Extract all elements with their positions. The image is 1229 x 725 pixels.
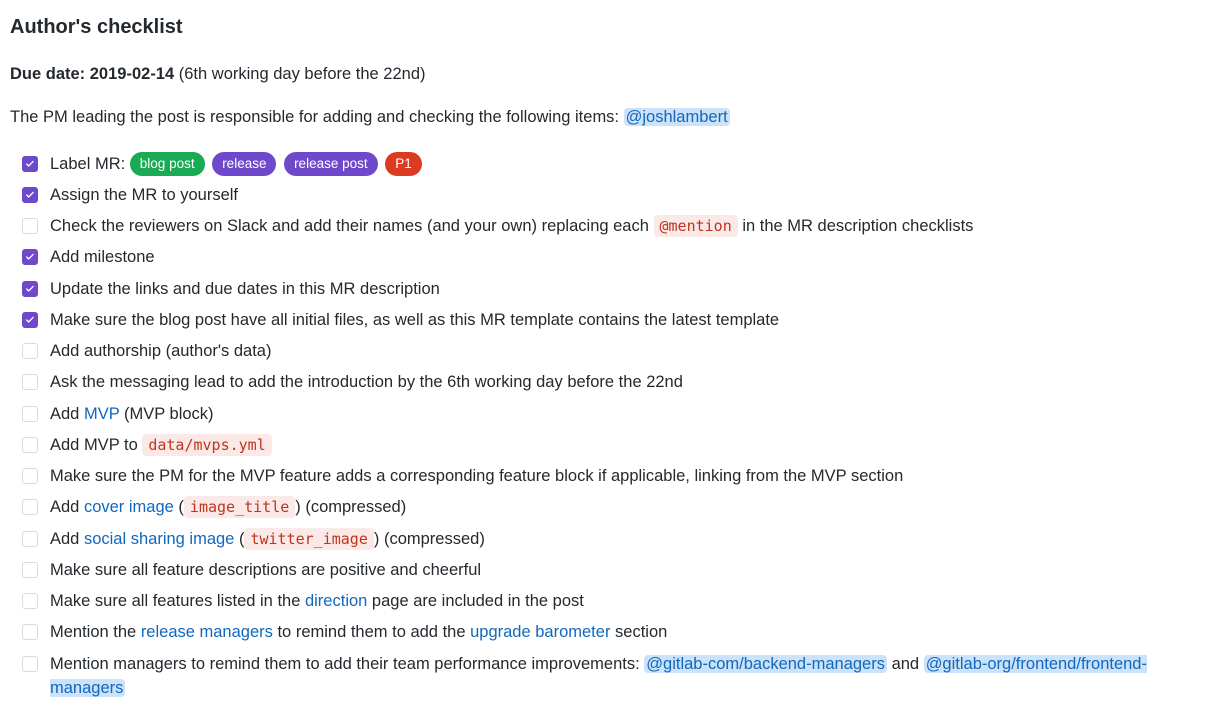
item-text: Ask the messaging lead to add the introd… [50,373,683,391]
checkbox-icon[interactable] [22,437,38,453]
list-item: Add authorship (author's data) [22,339,1219,364]
checkbox-icon[interactable] [22,468,38,484]
list-item: Add milestone [22,245,1219,270]
link-release-managers[interactable]: release managers [141,623,273,641]
link-direction[interactable]: direction [305,592,367,610]
page-title: Author's checklist [10,12,1219,42]
code-mention: @mention [654,215,738,237]
item-text: Add [50,405,84,423]
link-mvp[interactable]: MVP [84,405,119,423]
mention-user[interactable]: @joshlambert [624,108,730,126]
checkbox-icon[interactable] [22,312,38,328]
label-mr-prefix: Label MR: [50,155,125,173]
item-text: (MVP block) [119,405,213,423]
checklist: Label MR: blog post release release post… [10,152,1219,702]
list-item: Add MVP (MVP block) [22,402,1219,427]
checkbox-icon[interactable] [22,187,38,203]
checkbox-icon[interactable] [22,531,38,547]
link-cover-image[interactable]: cover image [84,498,174,516]
item-text: Make sure all features listed in the [50,592,305,610]
list-item: Mention the release managers to remind t… [22,620,1219,645]
item-text: Add MVP to [50,436,142,454]
intro-line: The PM leading the post is responsible f… [10,105,1219,130]
item-text: Update the links and due dates in this M… [50,280,440,298]
tag-release[interactable]: release [212,152,276,176]
item-text: Add [50,498,84,516]
list-item: Make sure all features listed in the dir… [22,589,1219,614]
item-text: ( [174,498,184,516]
checkbox-icon[interactable] [22,624,38,640]
list-item: Update the links and due dates in this M… [22,277,1219,302]
item-text: section [610,623,667,641]
code-mvps-path: data/mvps.yml [142,434,271,456]
checkbox-icon[interactable] [22,374,38,390]
item-text: ) (compressed) [374,530,485,548]
item-text: Assign the MR to yourself [50,186,238,204]
checkbox-icon[interactable] [22,343,38,359]
list-item: Label MR: blog post release release post… [22,152,1219,177]
item-text: Mention managers to remind them to add t… [50,655,644,673]
checkbox-icon[interactable] [22,406,38,422]
list-item: Assign the MR to yourself [22,183,1219,208]
tag-p1[interactable]: P1 [385,152,422,176]
tag-blog-post[interactable]: blog post [130,152,205,176]
checkbox-icon[interactable] [22,499,38,515]
link-social-image[interactable]: social sharing image [84,530,234,548]
code-image-title: image_title [184,496,295,518]
list-item: Mention managers to remind them to add t… [22,652,1219,702]
code-twitter-image: twitter_image [244,528,373,550]
checkbox-icon[interactable] [22,562,38,578]
item-text: Add [50,530,84,548]
list-item: Add cover image (image_title) (compresse… [22,495,1219,520]
item-text: ( [234,530,244,548]
item-text: ) (compressed) [295,498,406,516]
tag-release-post[interactable]: release post [284,152,378,176]
checkbox-icon[interactable] [22,656,38,672]
item-text: Make sure all feature descriptions are p… [50,561,481,579]
due-date-label: Due date: 2019-02-14 [10,65,174,83]
checkbox-icon[interactable] [22,593,38,609]
list-item: Add social sharing image (twitter_image)… [22,527,1219,552]
due-date-line: Due date: 2019-02-14 (6th working day be… [10,62,1219,87]
list-item: Make sure the blog post have all initial… [22,308,1219,333]
list-item: Check the reviewers on Slack and add the… [22,214,1219,239]
item-text: in the MR description checklists [738,217,974,235]
item-text: Add authorship (author's data) [50,342,271,360]
list-item: Make sure all feature descriptions are p… [22,558,1219,583]
item-text: and [887,655,924,673]
item-text: Make sure the blog post have all initial… [50,311,779,329]
link-upgrade-barometer[interactable]: upgrade barometer [470,623,610,641]
list-item: Add MVP to data/mvps.yml [22,433,1219,458]
item-text: Make sure the PM for the MVP feature add… [50,467,903,485]
item-text: page are included in the post [367,592,584,610]
item-text: Add milestone [50,248,155,266]
checkbox-icon[interactable] [22,249,38,265]
checkbox-icon[interactable] [22,156,38,172]
list-item: Make sure the PM for the MVP feature add… [22,464,1219,489]
due-date-note: (6th working day before the 22nd) [179,65,426,83]
item-text: Mention the [50,623,141,641]
checkbox-icon[interactable] [22,218,38,234]
item-text: to remind them to add the [273,623,470,641]
checkbox-icon[interactable] [22,281,38,297]
mention-backend[interactable]: @gitlab-com/backend-managers [644,655,887,673]
list-item: Ask the messaging lead to add the introd… [22,370,1219,395]
item-text: Check the reviewers on Slack and add the… [50,217,654,235]
intro-text: The PM leading the post is responsible f… [10,108,619,126]
